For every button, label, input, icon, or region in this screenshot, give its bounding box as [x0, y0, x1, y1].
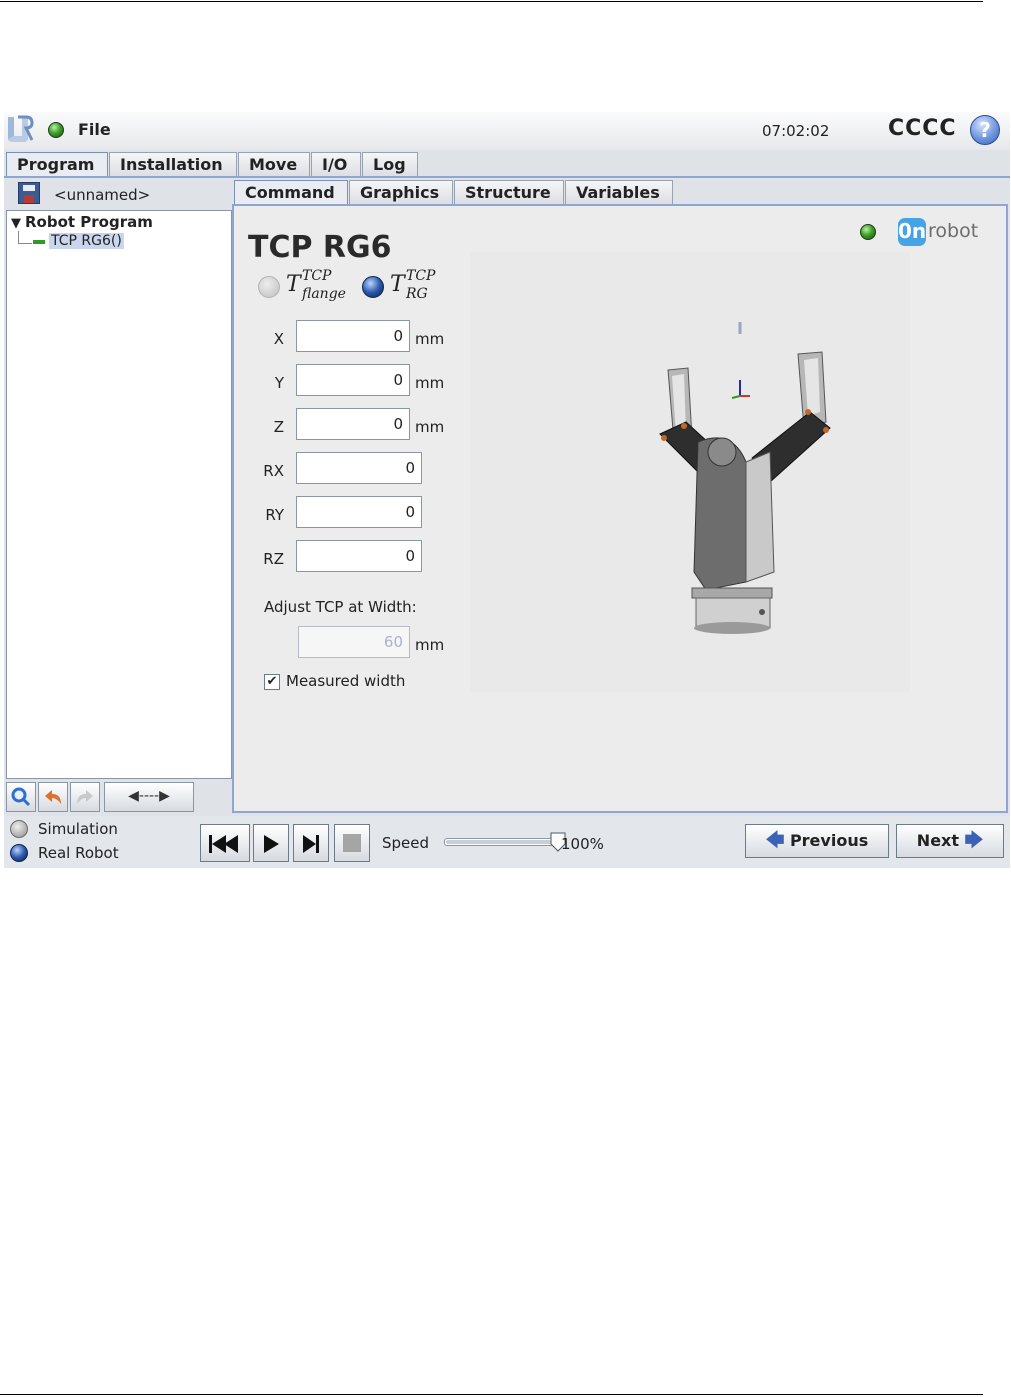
tab-graphics[interactable]: Graphics — [349, 180, 453, 204]
redo-button[interactable] — [70, 782, 100, 812]
simulation-label: Simulation — [38, 820, 118, 838]
speed-slider-fill — [446, 840, 562, 844]
tree-root-label: Robot Program — [25, 213, 153, 231]
width-input[interactable]: 60 — [298, 626, 410, 658]
tree-root[interactable]: ▼ Robot Program — [11, 213, 153, 231]
tree-connector — [18, 243, 32, 244]
field-label-x: X — [273, 330, 284, 348]
previous-button-label: Previous — [789, 831, 869, 850]
page-top-rule — [0, 1, 983, 2]
save-icon[interactable] — [18, 182, 40, 204]
robot-name: CCCC — [888, 116, 957, 141]
clock: 07:02:02 — [762, 122, 830, 140]
program-name: <unnamed> — [54, 186, 151, 204]
tab-command[interactable]: Command — [234, 180, 348, 204]
expand-triangle-icon[interactable]: ▼ — [11, 216, 21, 231]
status-led-icon — [48, 122, 64, 138]
simulation-radio[interactable] — [10, 820, 28, 838]
stop-button[interactable] — [334, 824, 370, 862]
program-tree[interactable]: ▼ Robot Program TCP RG6() — [6, 210, 232, 779]
rg6-gripper-image — [659, 322, 831, 634]
bottom-bar: Simulation Real Robot Speed 100% 🡄 Previ… — [4, 816, 1010, 868]
tree-toolbar: ◀----▶ — [6, 782, 196, 812]
play-button[interactable] — [253, 824, 289, 862]
unit-x: mm — [415, 330, 445, 348]
tcp-flange-radio[interactable] — [258, 276, 280, 298]
program-header: <unnamed> — [4, 178, 234, 208]
field-label-ry: RY — [265, 506, 284, 524]
tab-structure[interactable]: Structure — [454, 180, 564, 204]
rewind-button[interactable] — [200, 824, 250, 862]
field-label-rx: RX — [263, 462, 284, 480]
x-input[interactable]: 0 — [296, 320, 410, 352]
real-robot-label: Real Robot — [38, 844, 119, 862]
page-title: TCP RG6 — [248, 230, 392, 265]
y-input[interactable]: 0 — [296, 364, 410, 396]
tcp-rg-label: T TCP RG — [390, 268, 436, 302]
rewind-icon — [209, 835, 238, 853]
field-label-rz: RZ — [263, 550, 284, 568]
file-menu[interactable]: File — [78, 120, 111, 139]
search-icon — [11, 787, 31, 807]
field-label-y: Y — [274, 374, 284, 392]
speed-label: Speed — [382, 834, 430, 852]
measured-width-checkbox[interactable]: ✔ — [264, 674, 280, 690]
command-panel: TCP RG6 0n robot T TCP flange T TCP RG X… — [232, 204, 1008, 813]
field-label-z: Z — [273, 418, 284, 436]
node-icon — [33, 240, 45, 244]
move-node-button[interactable]: ◀----▶ — [104, 782, 194, 812]
top-bar: File 07:02:02 CCCC ? — [4, 112, 1010, 150]
undo-button[interactable] — [38, 782, 68, 812]
tab-io[interactable]: I/O — [311, 152, 361, 176]
speed-slider[interactable] — [444, 838, 564, 846]
ur-logo — [8, 115, 34, 142]
stop-icon — [343, 834, 361, 852]
rz-input[interactable]: 0 — [296, 540, 422, 572]
search-button[interactable] — [6, 782, 36, 812]
gripper-status-led-icon — [860, 224, 876, 240]
tab-log[interactable]: Log — [362, 152, 418, 176]
redo-icon — [77, 790, 93, 804]
adjust-width-label: Adjust TCP at Width: — [264, 598, 417, 616]
previous-button[interactable]: 🡄 Previous — [745, 824, 889, 858]
next-button[interactable]: Next 🡆 — [896, 824, 1004, 858]
help-button[interactable]: ? — [970, 115, 1000, 145]
gripper-3d-view[interactable] — [470, 252, 910, 692]
tcp-rg-radio[interactable] — [362, 276, 384, 298]
z-input[interactable]: 0 — [296, 408, 410, 440]
arrow-right-icon: 🡆 — [964, 830, 984, 851]
tree-node-tcp-rg6[interactable]: TCP RG6() — [49, 233, 124, 249]
polyscope-screen: File 07:02:02 CCCC ? Program Installatio… — [4, 112, 1010, 868]
unit-z: mm — [415, 418, 445, 436]
unit-y: mm — [415, 374, 445, 392]
onrobot-text: robot — [928, 220, 979, 242]
next-button-label: Next — [916, 831, 960, 850]
speed-value: 100% — [561, 835, 604, 853]
tab-program[interactable]: Program — [6, 152, 108, 176]
play-icon — [264, 835, 279, 853]
ry-input[interactable]: 0 — [296, 496, 422, 528]
tab-installation[interactable]: Installation — [109, 152, 237, 176]
arrow-left-icon: 🡄 — [765, 830, 785, 851]
tcp-flange-label: T TCP flange — [286, 268, 346, 302]
onrobot-logo: 0n robot — [898, 218, 982, 248]
rx-input[interactable]: 0 — [296, 452, 422, 484]
step-button[interactable] — [293, 824, 329, 862]
unit-width: mm — [415, 636, 445, 654]
measured-width-label: Measured width — [286, 672, 406, 690]
page-bottom-rule — [0, 1394, 983, 1395]
step-icon — [303, 835, 319, 853]
real-robot-radio[interactable] — [10, 844, 28, 862]
tab-move[interactable]: Move — [238, 152, 310, 176]
undo-icon — [45, 790, 61, 804]
tab-variables[interactable]: Variables — [565, 180, 673, 204]
onrobot-badge: 0n — [898, 218, 926, 246]
